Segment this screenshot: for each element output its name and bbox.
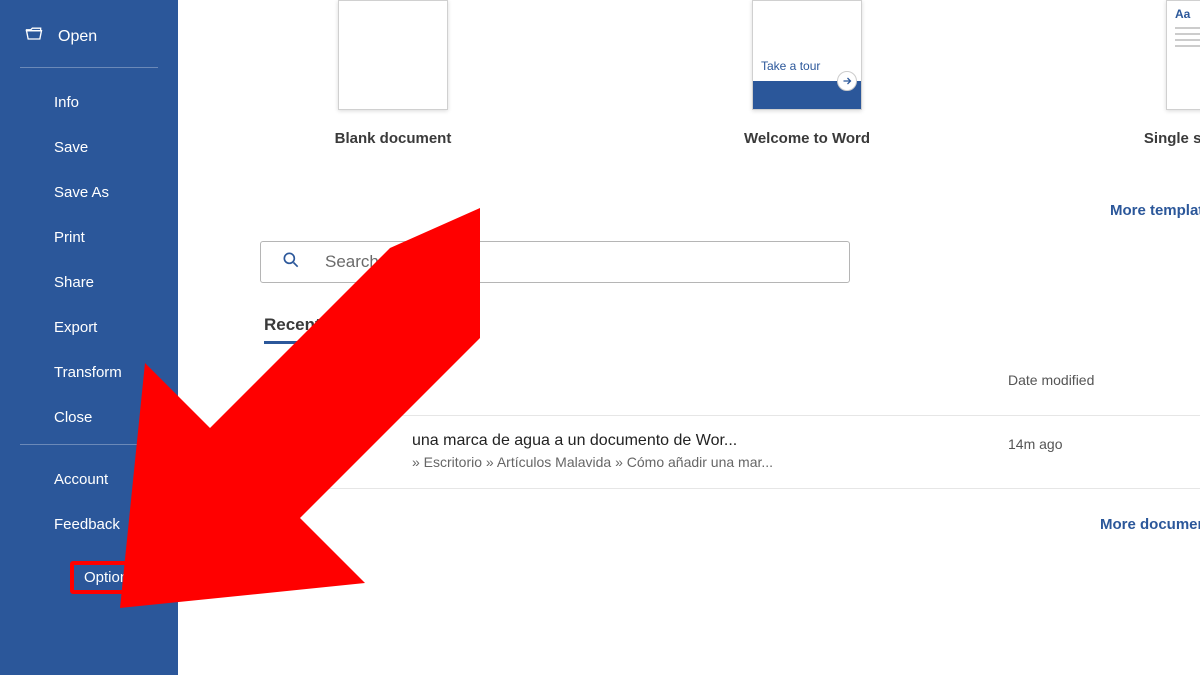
search-icon <box>281 250 301 275</box>
document-info: una marca de agua a un documento de Wor.… <box>272 432 1008 470</box>
sidebar-item-options[interactable]: Options <box>50 551 154 604</box>
sidebar-item-label: Share <box>54 274 94 291</box>
column-date-modified: Date modified <box>1008 372 1200 397</box>
document-row[interactable]: una marca de agua a un documento de Wor.… <box>272 415 1200 470</box>
template-label: Single spaced (blank) <box>1134 130 1200 147</box>
sidebar-item-label: Transform <box>54 364 122 381</box>
more-templates-link[interactable]: More templates <box>1110 197 1200 223</box>
backstage-home: Blank document Take a tour Welcome to Wo… <box>178 0 1200 675</box>
sidebar-group-1: Info Save Save As Print Share Export Tra… <box>0 80 178 440</box>
tour-footer <box>753 81 861 109</box>
more-documents-label: More documents <box>1100 516 1200 533</box>
sidebar-open-label: Open <box>58 28 97 46</box>
template-thumbnail <box>338 0 448 110</box>
tab-label: ith Me <box>421 315 470 334</box>
arrow-right-circle-icon <box>837 71 857 91</box>
sidebar-item-export[interactable]: Export <box>0 305 178 350</box>
template-single-spaced[interactable]: Aa Single spaced (blank) <box>1134 0 1200 147</box>
template-blank-document[interactable]: Blank document <box>306 0 480 147</box>
sidebar-item-label: Print <box>54 229 85 246</box>
template-label: Blank document <box>306 130 480 147</box>
divider <box>20 67 158 68</box>
document-path: » Escritorio » Artículos Malavida » Cómo… <box>412 454 1008 470</box>
tab-shared-with-me[interactable]: ith Me <box>421 315 470 344</box>
highlight-annotation: Options <box>70 561 150 594</box>
document-tabs: Recent Pi ith Me <box>264 315 1200 344</box>
placeholder-lines <box>1175 27 1200 47</box>
sidebar-group-2: Account Feedback Options <box>0 457 178 604</box>
sidebar-item-save[interactable]: Save <box>0 125 178 170</box>
more-documents-row: More documents <box>272 488 1200 537</box>
template-label: Welcome to Word <box>720 130 894 147</box>
sidebar-item-account[interactable]: Account <box>0 457 178 502</box>
sidebar-item-transform[interactable]: Transform <box>0 350 178 395</box>
divider <box>20 444 158 445</box>
sidebar-item-label: Save <box>54 139 88 156</box>
column-name <box>272 372 1008 397</box>
tab-recent[interactable]: Recent <box>264 315 321 344</box>
sidebar-item-label: Account <box>54 471 108 488</box>
sidebar-item-label: Feedback <box>54 516 120 533</box>
sidebar-item-label: Close <box>54 409 92 426</box>
sidebar-item-print[interactable]: Print <box>0 215 178 260</box>
sidebar-item-open[interactable]: Open <box>0 18 178 63</box>
more-documents-link[interactable]: More documents <box>1100 511 1200 537</box>
sidebar-item-save-as[interactable]: Save As <box>0 170 178 215</box>
tab-pinned[interactable]: Pi <box>363 315 379 344</box>
file-menu-sidebar: Open Info Save Save As Print Share Expor… <box>0 0 178 675</box>
template-welcome-to-word[interactable]: Take a tour Welcome to Word <box>720 0 894 147</box>
folder-open-icon <box>24 24 44 49</box>
sidebar-item-label: Info <box>54 94 79 111</box>
search-input[interactable]: Search <box>260 241 850 283</box>
templates-row: Blank document Take a tour Welcome to Wo… <box>218 0 1200 147</box>
aa-glyph: Aa <box>1175 7 1200 21</box>
sidebar-item-label: Export <box>54 319 97 336</box>
more-templates-label: More templates <box>1110 202 1200 219</box>
tab-label: Recent <box>264 315 321 334</box>
sidebar-item-label: Save As <box>54 184 109 201</box>
sidebar-item-share[interactable]: Share <box>0 260 178 305</box>
sidebar-item-label: Options <box>84 569 136 586</box>
sidebar-item-feedback[interactable]: Feedback <box>0 502 178 547</box>
document-title: una marca de agua a un documento de Wor.… <box>412 432 1008 450</box>
sidebar-item-info[interactable]: Info <box>0 80 178 125</box>
sidebar-item-close[interactable]: Close <box>0 395 178 440</box>
document-icon <box>272 372 290 397</box>
template-thumbnail: Aa <box>1166 0 1200 110</box>
document-list-header: Date modified <box>272 372 1200 397</box>
more-templates-row: More templates <box>218 197 1200 223</box>
template-thumbnail: Take a tour <box>752 0 862 110</box>
search-placeholder: Search <box>325 252 379 272</box>
tab-label: Pi <box>363 315 379 334</box>
document-date-modified: 14m ago <box>1008 432 1200 452</box>
